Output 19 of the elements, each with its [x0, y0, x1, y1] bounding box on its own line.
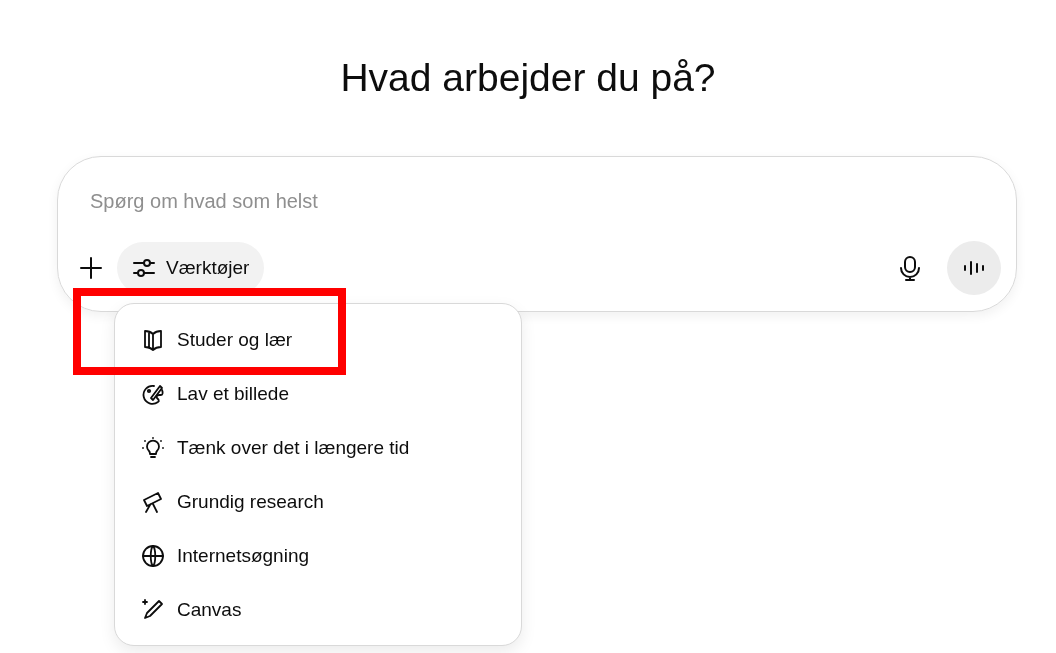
- menu-item[interactable]: Grundig research: [123, 475, 513, 529]
- menu-item[interactable]: Canvas: [123, 583, 513, 637]
- menu-item[interactable]: Internetsøgning: [123, 529, 513, 583]
- voice-button[interactable]: [947, 241, 1001, 295]
- menu-item[interactable]: Lav et billede: [123, 367, 513, 421]
- microphone-icon: [899, 255, 921, 281]
- telescope-icon: [141, 490, 165, 514]
- lightbulb-icon: [141, 436, 165, 460]
- menu-item[interactable]: Tænk over det i længere tid: [123, 421, 513, 475]
- palette-icon: [141, 382, 165, 406]
- prompt-field[interactable]: Spørg om hvad som helst: [90, 187, 890, 215]
- globe-icon: [141, 544, 165, 568]
- sliders-icon: [132, 257, 156, 279]
- book-icon: [141, 328, 165, 352]
- menu-item[interactable]: Studer og lær: [123, 313, 513, 367]
- pencil-icon: [141, 598, 165, 622]
- page-heading: Hvad arbejder du på?: [340, 55, 716, 101]
- plus-icon: [79, 256, 103, 280]
- waveform-icon: [963, 258, 985, 278]
